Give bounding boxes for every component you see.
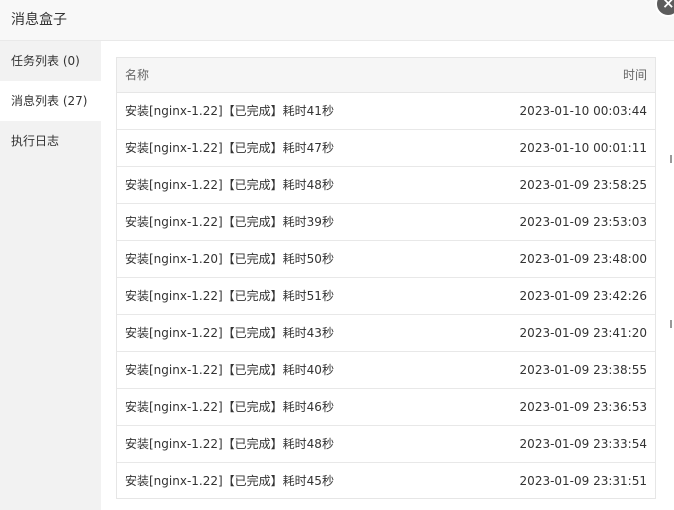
table-row[interactable]: 安装[nginx-1.22]【已完成】耗时41秒 2023-01-10 00:03… [117, 93, 655, 130]
cell-time: 2023-01-09 23:48:00 [519, 252, 647, 266]
table-body: 安装[nginx-1.22]【已完成】耗时41秒 2023-01-10 00:03… [117, 93, 655, 500]
table-row[interactable]: 安装[nginx-1.22]【已完成】耗时43秒 2023-01-09 23:41… [117, 315, 655, 352]
table-row[interactable]: 安装[nginx-1.22]【已完成】耗时48秒 2023-01-09 23:33… [117, 426, 655, 463]
cell-name: 安装[nginx-1.22]【已完成】耗时46秒 [125, 400, 334, 414]
cell-name: 安装[nginx-1.22]【已完成】耗时48秒 [125, 178, 334, 192]
cell-name: 安装[nginx-1.22]【已完成】耗时41秒 [125, 104, 334, 118]
close-icon: × [662, 0, 674, 12]
dialog-title-bar: 消息盒子 [0, 0, 674, 41]
sidebar-item-task-list[interactable]: 任务列表 (0) [0, 41, 101, 81]
table-row[interactable]: 安装[nginx-1.22]【已完成】耗时40秒 2023-01-09 23:38… [117, 352, 655, 389]
dialog-title: 消息盒子 [11, 12, 67, 28]
message-box-dialog: 消息盒子 × 任务列表 (0) 消息列表 (27) 执行日志 名称 时间 安装[… [0, 0, 674, 510]
sidebar-item-message-list[interactable]: 消息列表 (27) [0, 81, 101, 121]
cell-name: 安装[nginx-1.22]【已完成】耗时43秒 [125, 326, 334, 340]
sidebar-item-label: 消息列表 (27) [11, 94, 88, 108]
scroll-edge-mark [670, 320, 672, 328]
table-header: 名称 时间 [117, 58, 655, 93]
sidebar-item-execution-log[interactable]: 执行日志 [0, 121, 101, 161]
cell-time: 2023-01-09 23:53:03 [519, 215, 647, 229]
cell-time: 2023-01-09 23:42:26 [519, 289, 647, 303]
cell-time: 2023-01-09 23:31:51 [519, 474, 647, 488]
column-header-name: 名称 [125, 68, 150, 82]
table-row[interactable]: 安装[nginx-1.22]【已完成】耗时45秒 2023-01-09 23:31… [117, 463, 655, 500]
table-row[interactable]: 安装[nginx-1.22]【已完成】耗时51秒 2023-01-09 23:42… [117, 278, 655, 315]
cell-time: 2023-01-10 00:01:11 [519, 141, 647, 155]
sidebar-item-label: 任务列表 (0) [11, 54, 80, 68]
sidebar: 任务列表 (0) 消息列表 (27) 执行日志 [0, 41, 101, 510]
cell-name: 安装[nginx-1.22]【已完成】耗时51秒 [125, 289, 334, 303]
column-header-time: 时间 [622, 68, 647, 82]
message-table: 名称 时间 安装[nginx-1.22]【已完成】耗时41秒 2023-01-10… [116, 57, 656, 499]
sidebar-item-label: 执行日志 [11, 134, 60, 148]
table-row[interactable]: 安装[nginx-1.20]【已完成】耗时50秒 2023-01-09 23:48… [117, 241, 655, 278]
cell-name: 安装[nginx-1.20]【已完成】耗时50秒 [125, 252, 334, 266]
cell-time: 2023-01-09 23:36:53 [519, 400, 647, 414]
scroll-edge-mark [670, 155, 672, 163]
table-row[interactable]: 安装[nginx-1.22]【已完成】耗时47秒 2023-01-10 00:01… [117, 130, 655, 167]
cell-time: 2023-01-09 23:38:55 [519, 363, 647, 377]
cell-name: 安装[nginx-1.22]【已完成】耗时39秒 [125, 215, 334, 229]
table-row[interactable]: 安装[nginx-1.22]【已完成】耗时48秒 2023-01-09 23:58… [117, 167, 655, 204]
cell-time: 2023-01-09 23:33:54 [519, 437, 647, 451]
table-row[interactable]: 安装[nginx-1.22]【已完成】耗时46秒 2023-01-09 23:36… [117, 389, 655, 426]
cell-time: 2023-01-10 00:03:44 [519, 104, 647, 118]
cell-name: 安装[nginx-1.22]【已完成】耗时45秒 [125, 474, 334, 488]
cell-name: 安装[nginx-1.22]【已完成】耗时40秒 [125, 363, 334, 377]
cell-time: 2023-01-09 23:58:25 [519, 178, 647, 192]
table-row[interactable]: 安装[nginx-1.22]【已完成】耗时39秒 2023-01-09 23:53… [117, 204, 655, 241]
cell-time: 2023-01-09 23:41:20 [519, 326, 647, 340]
cell-name: 安装[nginx-1.22]【已完成】耗时48秒 [125, 437, 334, 451]
cell-name: 安装[nginx-1.22]【已完成】耗时47秒 [125, 141, 334, 155]
